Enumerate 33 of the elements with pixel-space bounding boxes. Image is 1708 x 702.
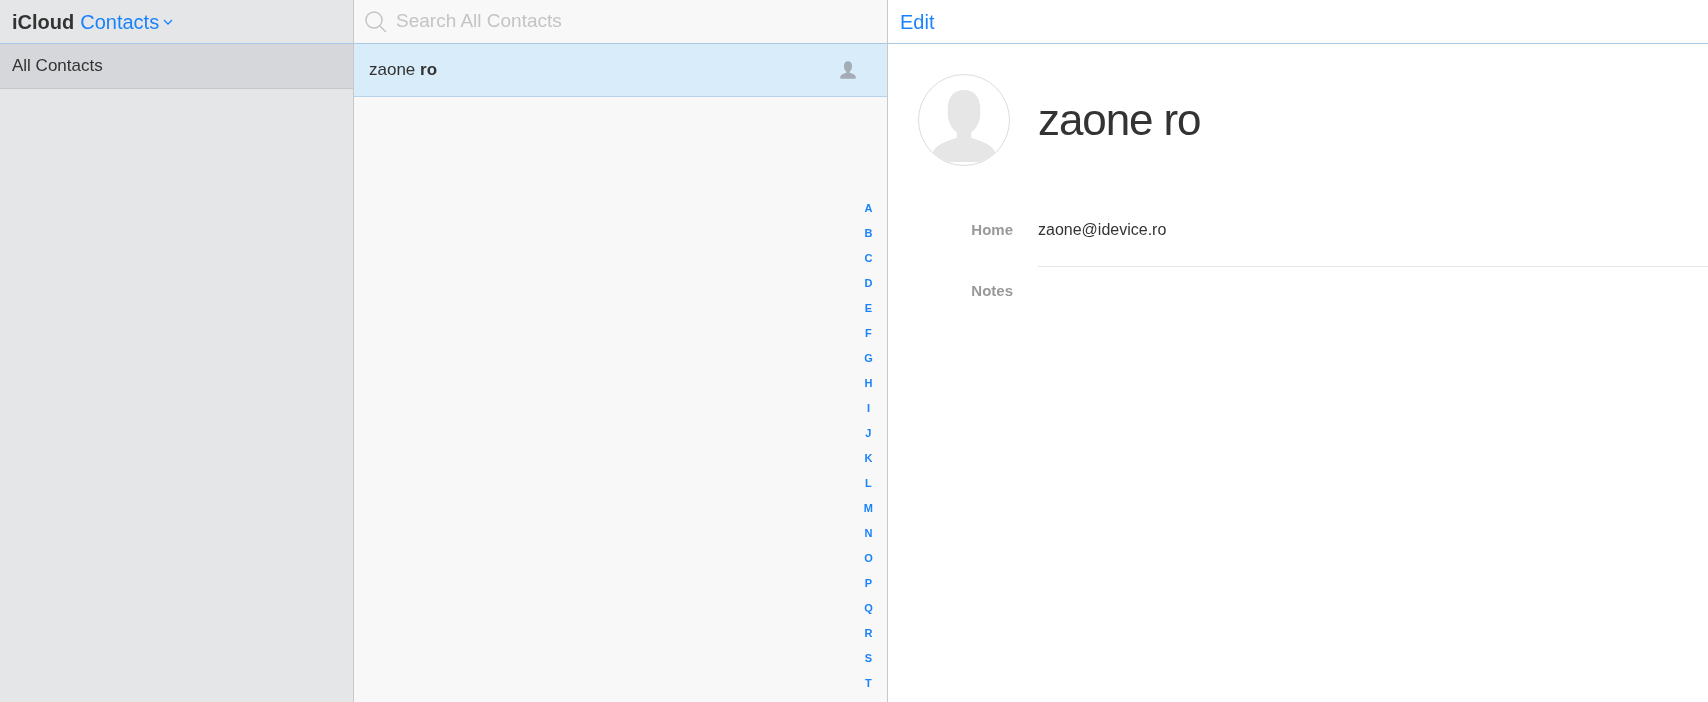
index-letter[interactable]: D bbox=[864, 271, 873, 296]
search-icon bbox=[364, 9, 388, 34]
index-letter[interactable]: N bbox=[864, 521, 873, 546]
index-letter[interactable]: C bbox=[864, 246, 873, 271]
index-letter[interactable]: B bbox=[864, 221, 873, 246]
contact-full-name: zaone ro bbox=[1038, 94, 1201, 146]
app-menu[interactable]: Contacts bbox=[80, 6, 174, 37]
index-letter[interactable]: R bbox=[864, 621, 873, 646]
index-letter[interactable]: F bbox=[865, 321, 872, 346]
email-value: zaone@idevice.ro bbox=[1038, 221, 1167, 238]
index-letter[interactable]: T bbox=[865, 671, 872, 696]
index-letter[interactable]: I bbox=[866, 396, 870, 421]
index-letter[interactable]: G bbox=[864, 346, 873, 371]
chevron-down-icon bbox=[163, 17, 174, 26]
index-letter[interactable]: E bbox=[864, 296, 873, 321]
brand-name: iCloud bbox=[12, 9, 75, 35]
index-letter[interactable]: P bbox=[864, 571, 873, 596]
person-icon bbox=[837, 59, 859, 81]
index-letter[interactable]: H bbox=[864, 371, 873, 396]
index-letter[interactable]: J bbox=[865, 421, 872, 446]
field-label: Home bbox=[971, 221, 1013, 238]
index-letter[interactable]: Q bbox=[864, 596, 873, 621]
index-letter[interactable]: S bbox=[864, 646, 873, 671]
index-letter[interactable]: K bbox=[864, 446, 873, 471]
contact-name: zaone ro bbox=[369, 59, 438, 82]
index-letter[interactable]: M bbox=[863, 496, 873, 521]
contact-row[interactable]: zaone ro bbox=[354, 44, 887, 97]
index-letter[interactable]: A bbox=[864, 196, 873, 221]
index-letter[interactable]: L bbox=[865, 471, 872, 496]
field-label: Notes bbox=[971, 282, 1013, 299]
edit-button[interactable]: Edit bbox=[900, 6, 935, 37]
index-letter[interactable]: O bbox=[864, 546, 873, 571]
sidebar-item[interactable]: All Contacts bbox=[0, 44, 353, 89]
